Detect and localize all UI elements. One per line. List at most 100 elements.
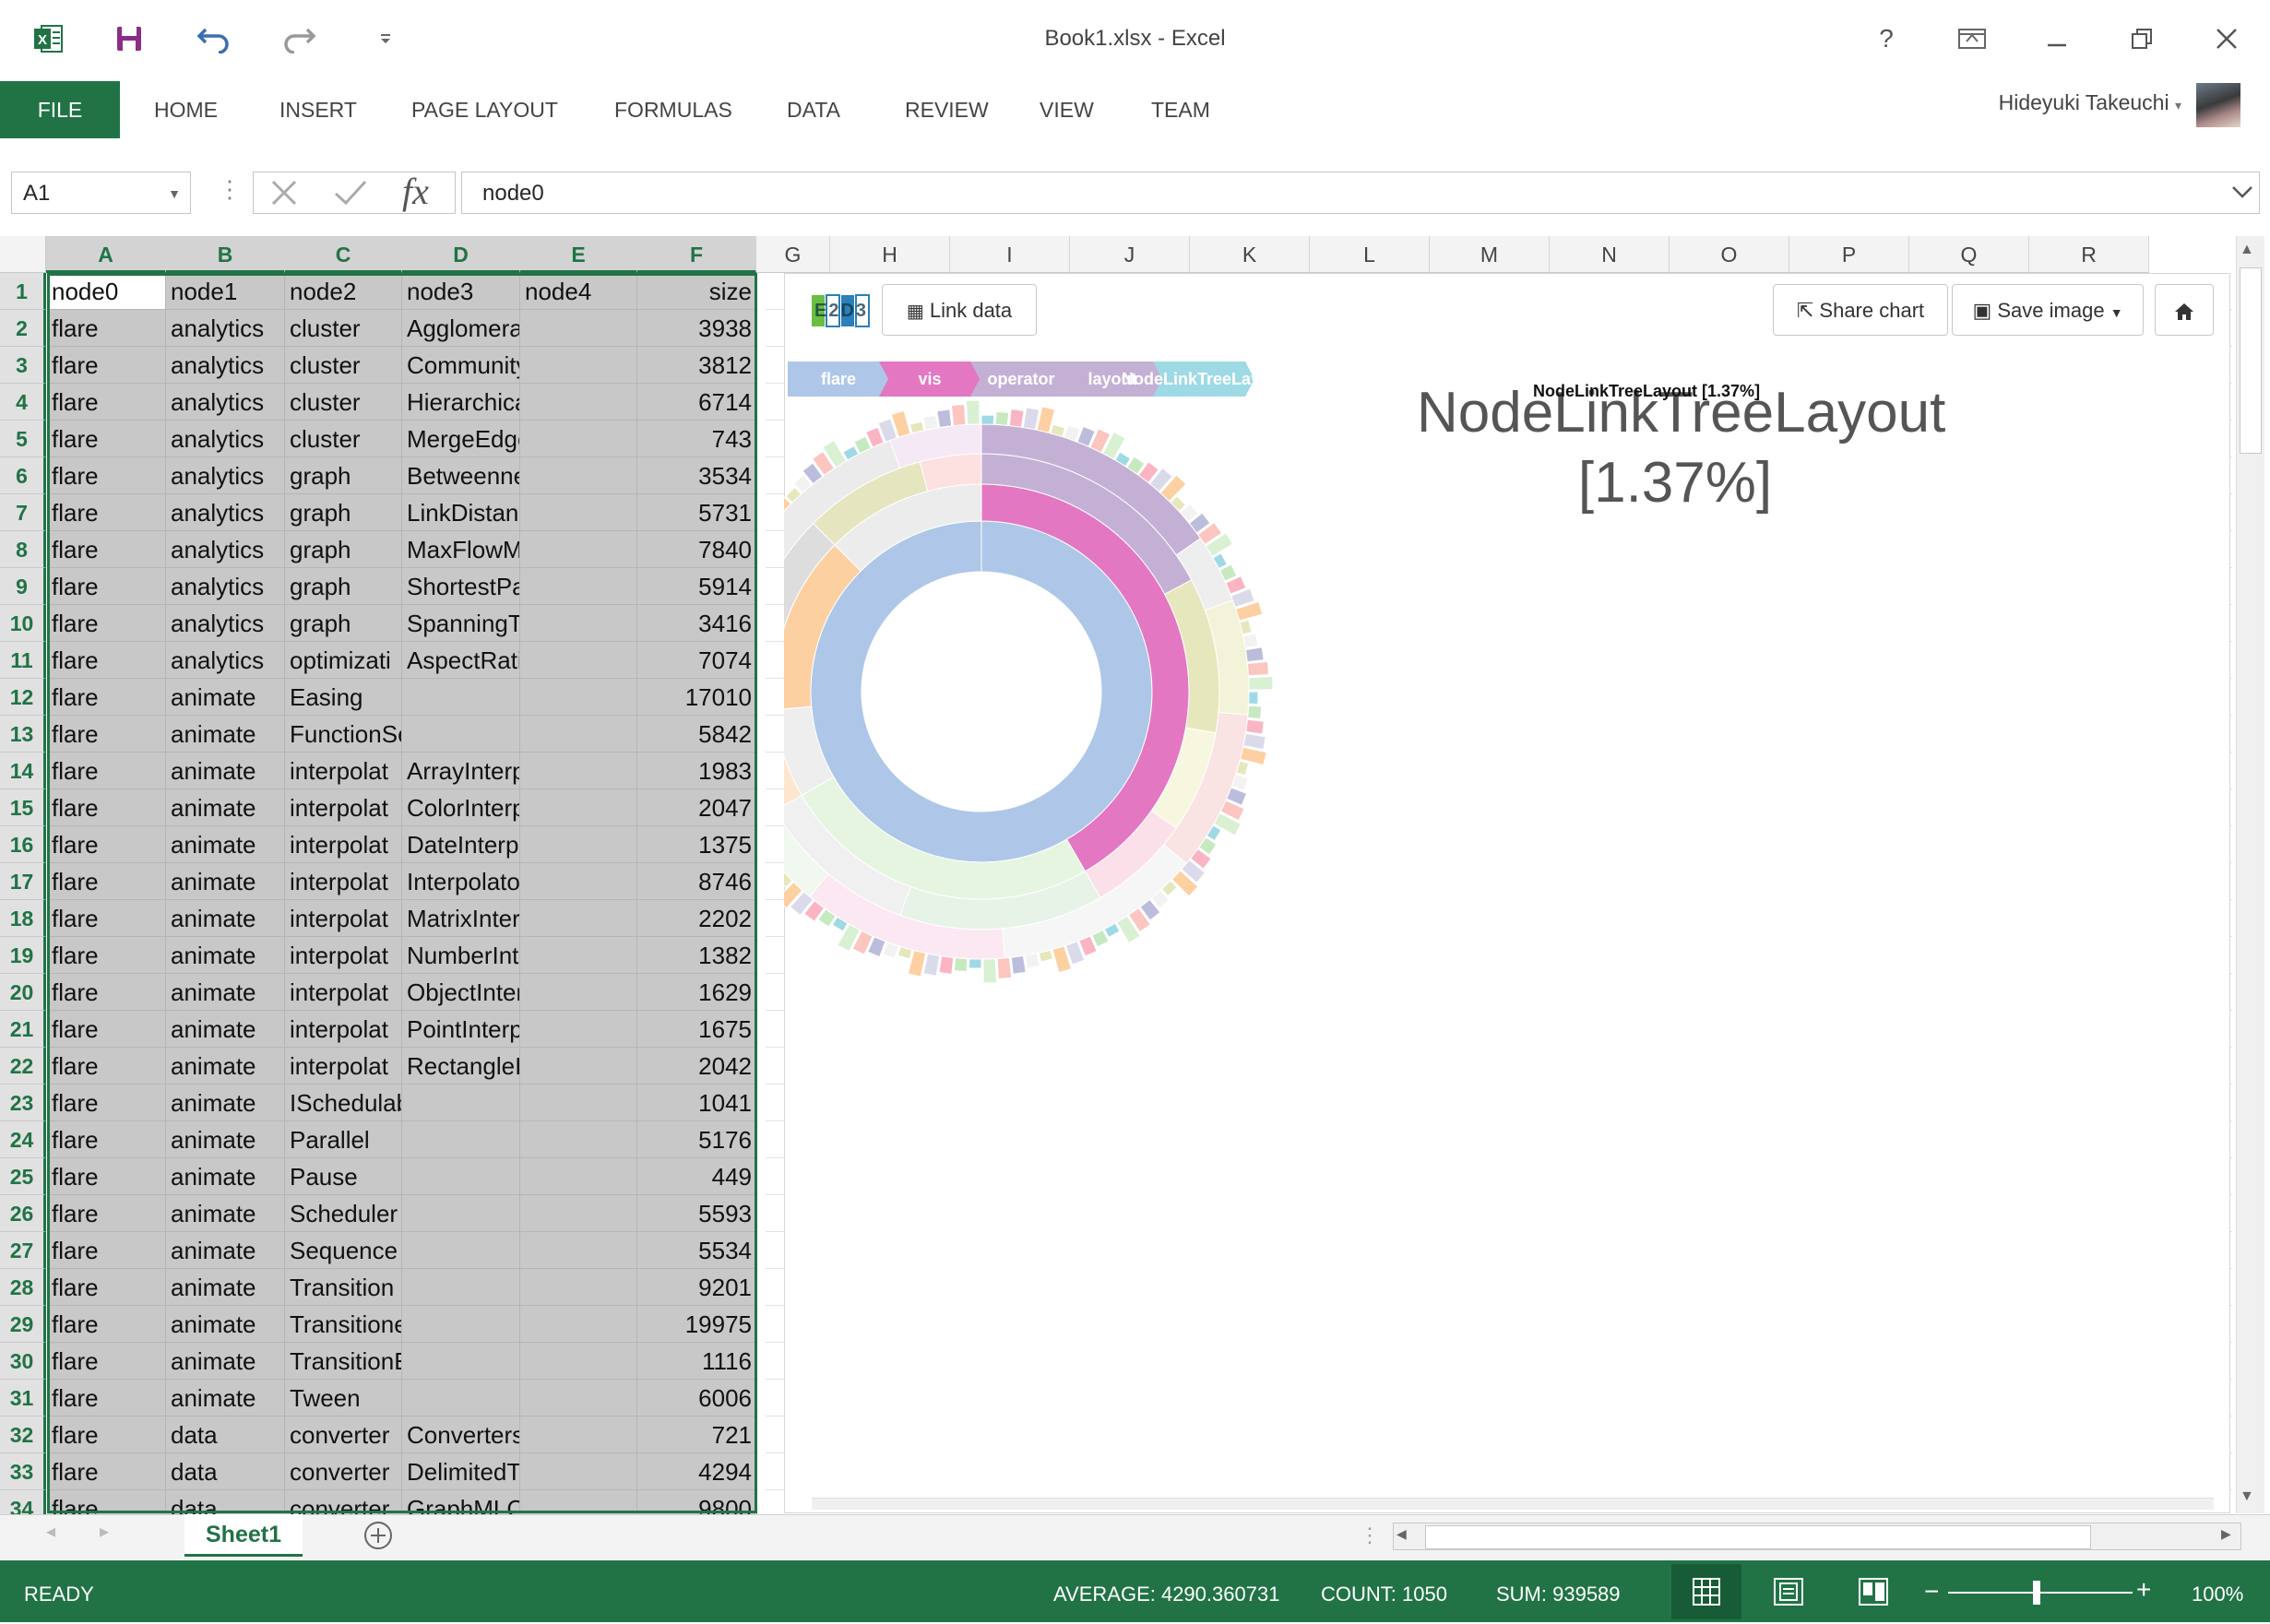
cell-f9[interactable]: 5914 xyxy=(637,568,757,605)
cell-c18[interactable]: interpolat xyxy=(285,900,402,937)
sunburst-leaf[interactable] xyxy=(1024,953,1040,969)
cell-d3[interactable]: CommunityStructure xyxy=(402,347,520,384)
column-header-j[interactable]: J xyxy=(1070,236,1190,273)
cell-a19[interactable]: flare xyxy=(47,937,166,974)
cell-f23[interactable]: 1041 xyxy=(637,1085,757,1121)
cell-d4[interactable]: HierarchicalCluster xyxy=(402,384,520,421)
chart-horizontal-scrollbar[interactable] xyxy=(812,1498,2214,1510)
cell-e1[interactable]: node4 xyxy=(520,273,637,310)
sunburst-leaf[interactable] xyxy=(1022,407,1040,431)
cell-e6[interactable] xyxy=(520,457,637,494)
cell-b11[interactable]: analytics xyxy=(166,642,285,679)
cell-b29[interactable]: animate xyxy=(166,1306,285,1343)
cell-e30[interactable] xyxy=(520,1343,637,1380)
cell-e12[interactable] xyxy=(520,679,637,716)
column-header-f[interactable]: F xyxy=(637,236,756,273)
cell-d22[interactable]: RectangleInterpolat xyxy=(402,1048,520,1085)
cell-c22[interactable]: interpolat xyxy=(285,1048,402,1085)
cell-a33[interactable]: flare xyxy=(47,1453,166,1490)
cell-f27[interactable]: 5534 xyxy=(637,1232,757,1269)
cell-b14[interactable]: animate xyxy=(166,753,285,789)
cell-d26[interactable] xyxy=(402,1195,520,1232)
status-average[interactable]: AVERAGE: 4290.360731 xyxy=(1053,1583,1279,1606)
column-header-h[interactable]: H xyxy=(830,236,950,273)
sheet-tab-sheet1[interactable]: Sheet1 xyxy=(184,1514,303,1557)
cell-a17[interactable]: flare xyxy=(47,863,166,900)
cell-e2[interactable] xyxy=(520,310,637,347)
cell-c8[interactable]: graph xyxy=(285,531,402,568)
share-chart-button[interactable]: ⇱ Share chart xyxy=(1773,284,1948,336)
cell-f7[interactable]: 5731 xyxy=(637,494,757,531)
cell-c29[interactable]: Transitioner xyxy=(285,1306,402,1343)
cell-b4[interactable]: analytics xyxy=(166,384,285,421)
home-button[interactable] xyxy=(2155,284,2214,336)
sunburst-leaf[interactable] xyxy=(996,956,1013,979)
row-header[interactable]: 11 xyxy=(0,642,46,679)
cell-a9[interactable]: flare xyxy=(47,568,166,605)
tab-team[interactable]: TEAM xyxy=(1151,81,1210,138)
sunburst-leaf[interactable] xyxy=(1244,646,1265,663)
column-header-g[interactable]: G xyxy=(756,236,830,273)
cell-e21[interactable] xyxy=(520,1011,637,1048)
cell-b6[interactable]: analytics xyxy=(166,457,285,494)
cell-b22[interactable]: animate xyxy=(166,1048,285,1085)
normal-view-button[interactable] xyxy=(1671,1564,1741,1619)
row-header[interactable]: 7 xyxy=(0,494,46,531)
cell-a7[interactable]: flare xyxy=(47,494,166,531)
row-header[interactable]: 6 xyxy=(0,457,46,494)
cell-f11[interactable]: 7074 xyxy=(637,642,757,679)
column-header-o[interactable]: O xyxy=(1670,236,1789,273)
row-header[interactable]: 33 xyxy=(0,1453,46,1490)
row-header[interactable]: 19 xyxy=(0,937,46,974)
cell-f5[interactable]: 743 xyxy=(637,421,757,457)
cell-d23[interactable] xyxy=(402,1085,520,1121)
sunburst-leaf[interactable] xyxy=(1248,675,1274,691)
tab-data[interactable]: DATA xyxy=(787,81,840,138)
cell-f20[interactable]: 1629 xyxy=(637,974,757,1011)
cell-d9[interactable]: ShortestPaths xyxy=(402,568,520,605)
row-header[interactable]: 17 xyxy=(0,863,46,900)
cell-c9[interactable]: graph xyxy=(285,568,402,605)
cell-c7[interactable]: graph xyxy=(285,494,402,531)
cell-d1[interactable]: node3 xyxy=(402,273,520,310)
vertical-scroll-thumb[interactable] xyxy=(2240,267,2262,454)
next-sheet-icon[interactable]: ▸ xyxy=(100,1520,109,1543)
cell-b17[interactable]: animate xyxy=(166,863,285,900)
cell-d7[interactable]: LinkDistance xyxy=(402,494,520,531)
cell-e4[interactable] xyxy=(520,384,637,421)
cell-a26[interactable]: flare xyxy=(47,1195,166,1232)
cell-d12[interactable] xyxy=(402,679,520,716)
row-header[interactable]: 28 xyxy=(0,1269,46,1306)
row-header[interactable]: 25 xyxy=(0,1158,46,1195)
zoom-in-icon[interactable]: + xyxy=(2136,1577,2151,1603)
cancel-entry-icon[interactable] xyxy=(267,177,301,213)
cell-a22[interactable]: flare xyxy=(47,1048,166,1085)
cell-e19[interactable] xyxy=(520,937,637,974)
cell-d33[interactable]: DelimitedTextConve xyxy=(402,1453,520,1490)
cell-f22[interactable]: 2042 xyxy=(637,1048,757,1085)
sunburst-leaf[interactable] xyxy=(1008,409,1025,428)
cell-a6[interactable]: flare xyxy=(47,457,166,494)
cell-f10[interactable]: 3416 xyxy=(637,605,757,642)
cell-e18[interactable] xyxy=(520,900,637,937)
cell-a8[interactable]: flare xyxy=(47,531,166,568)
cell-b9[interactable]: analytics xyxy=(166,568,285,605)
help-button[interactable]: ? xyxy=(1859,17,1914,61)
cell-a29[interactable]: flare xyxy=(47,1306,166,1343)
prev-sheet-icon[interactable]: ◂ xyxy=(46,1520,55,1543)
scroll-up-icon[interactable]: ▲ xyxy=(2240,242,2254,258)
cell-c32[interactable]: converter xyxy=(285,1417,402,1453)
cell-e16[interactable] xyxy=(520,826,637,863)
cell-d14[interactable]: ArrayInterpolator xyxy=(402,753,520,789)
sunburst-leaf[interactable] xyxy=(1248,691,1259,705)
cell-e29[interactable] xyxy=(520,1306,637,1343)
cell-b30[interactable]: animate xyxy=(166,1343,285,1380)
save-image-button[interactable]: ▣ Save image ▼ xyxy=(1952,284,2144,336)
cell-b27[interactable]: animate xyxy=(166,1232,285,1269)
column-header-a[interactable]: A xyxy=(46,236,166,273)
cell-b31[interactable]: animate xyxy=(166,1380,285,1417)
column-header-p[interactable]: P xyxy=(1789,236,1909,273)
cell-f3[interactable]: 3812 xyxy=(637,347,757,384)
cell-f24[interactable]: 5176 xyxy=(637,1121,757,1158)
scroll-right-icon[interactable]: ▶ xyxy=(2221,1526,2231,1542)
